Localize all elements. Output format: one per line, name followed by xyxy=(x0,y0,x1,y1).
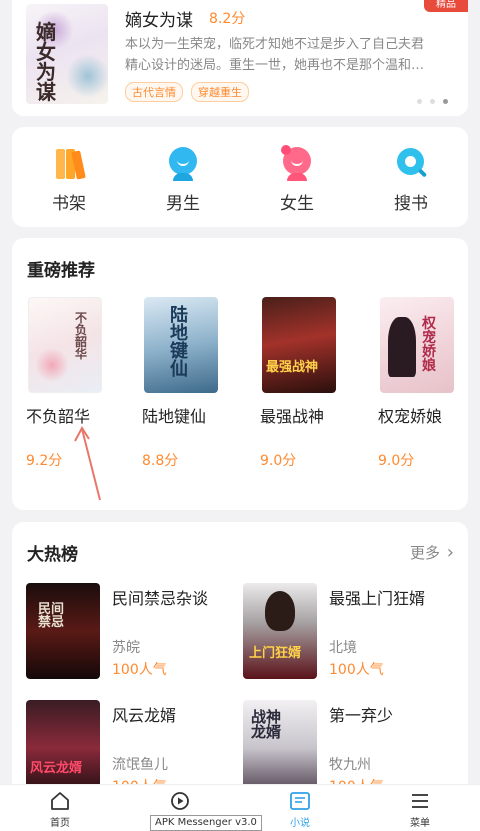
menu-icon xyxy=(409,791,431,811)
nav-label: 首页 xyxy=(50,818,70,829)
nav-home[interactable]: 首页 xyxy=(20,791,100,829)
category-female[interactable]: 女生 xyxy=(257,145,337,214)
book-title: 第一弃少 xyxy=(329,706,394,725)
search-icon xyxy=(394,147,428,181)
recommend-book[interactable]: 最强战神 最强战神 9.0分 xyxy=(260,297,360,470)
book-cover[interactable]: 上门狂婿 xyxy=(243,583,317,679)
category-label: 女生 xyxy=(280,194,314,214)
home-icon xyxy=(49,791,71,811)
recommend-book[interactable]: 陆地键仙 陆地键仙 8.8分 xyxy=(142,297,242,470)
recommend-book[interactable]: 权宠娇娘 权宠娇娘 9.0分 xyxy=(378,297,468,470)
more-label: 更多 xyxy=(410,544,441,562)
carousel-dot[interactable] xyxy=(430,99,435,104)
cover-title: 权宠娇娘 xyxy=(422,316,436,374)
premium-badge: 精品 xyxy=(424,0,468,12)
category-label: 男生 xyxy=(166,194,200,214)
featured-book-score: 8.2分 xyxy=(209,11,246,27)
book-title: 最强战神 xyxy=(260,407,325,426)
book-icon xyxy=(289,791,311,811)
category-search[interactable]: 搜书 xyxy=(371,147,451,214)
section-title: 重磅推荐 xyxy=(27,261,95,281)
book-author: 流氓鱼儿 xyxy=(112,757,168,773)
genre-tag[interactable]: 穿越重生 xyxy=(191,82,249,102)
carousel-indicator xyxy=(417,99,448,104)
book-score: 9.0分 xyxy=(378,453,415,469)
featured-cover-title: 嫡女为谋 xyxy=(36,20,56,104)
book-cover[interactable]: 民间禁忌 xyxy=(26,583,100,679)
category-label: 书架 xyxy=(52,194,86,214)
book-cover[interactable]: 最强战神 xyxy=(262,297,336,393)
cover-title: 风云龙婿 xyxy=(30,761,83,776)
cover-title: 战神龙婿 xyxy=(251,708,282,741)
cover-title: 民间禁忌 xyxy=(38,602,65,630)
featured-desc-line: 本以为一生荣宠，临死才知她不过是步入了自己夫君 xyxy=(125,37,425,52)
hotlist-section: 大热榜 更多 › 民间禁忌 民间禁忌杂谈 苏皖 100人气 上门狂婿 最强上门狂… xyxy=(12,522,468,812)
category-label: 搜书 xyxy=(394,194,428,214)
carousel-dot-active[interactable] xyxy=(443,99,448,104)
nav-novel[interactable]: 小说 xyxy=(260,791,340,829)
book-cover[interactable]: 战神龙婿 xyxy=(243,700,317,796)
book-score: 8.8分 xyxy=(142,453,179,469)
featured-book-cover[interactable]: 嫡女为谋 xyxy=(26,4,108,104)
bookshelf-icon xyxy=(52,147,86,181)
book-cover[interactable]: 陆地键仙 xyxy=(144,297,218,393)
nav-video[interactable] xyxy=(140,791,220,814)
book-author: 北境 xyxy=(329,640,357,656)
featured-book-description: 本以为一生荣宠，临死才知她不过是步入了自己夫君 精心设计的迷局。重生一世，她再也… xyxy=(125,34,461,76)
book-cover[interactable]: 风云龙婿 xyxy=(26,700,100,796)
featured-tags: 古代言情 穿越重生 xyxy=(125,82,249,102)
book-popularity: 100人气 xyxy=(112,662,167,678)
book-title: 权宠娇娘 xyxy=(378,407,443,426)
chevron-right-icon: › xyxy=(446,542,454,563)
category-bookshelf[interactable]: 书架 xyxy=(29,147,109,214)
app-tooltip: APK Messenger v3.0 xyxy=(150,815,262,831)
annotation-arrow-icon xyxy=(74,426,101,501)
male-icon xyxy=(166,147,200,181)
nav-menu[interactable]: 菜单 xyxy=(380,791,460,829)
featured-desc-line: 精心设计的迷局。重生一世，她再也不是那个温和… xyxy=(125,58,425,73)
book-title: 陆地键仙 xyxy=(142,407,207,426)
cover-title: 上门狂婿 xyxy=(249,646,302,661)
featured-book-title[interactable]: 嫡女为谋 xyxy=(125,6,193,31)
carousel-dot[interactable] xyxy=(417,99,422,104)
book-score: 9.0分 xyxy=(260,453,297,469)
book-cover[interactable]: 不负韶华 xyxy=(28,297,102,393)
book-cover[interactable]: 权宠娇娘 xyxy=(380,297,454,393)
female-icon xyxy=(280,145,314,181)
book-title: 最强上门狂婿 xyxy=(329,589,426,608)
book-author: 苏皖 xyxy=(112,640,140,656)
book-title: 民间禁忌杂谈 xyxy=(112,589,209,608)
book-author: 牧九州 xyxy=(329,757,371,773)
section-title: 大热榜 xyxy=(27,545,78,565)
cover-title: 不负韶华 xyxy=(75,311,88,361)
hotlist-item[interactable]: 民间禁忌 民间禁忌杂谈 苏皖 100人气 xyxy=(26,583,236,683)
video-icon xyxy=(169,791,191,811)
hotlist-item[interactable]: 上门狂婿 最强上门狂婿 北境 100人气 xyxy=(243,583,453,683)
nav-label: 菜单 xyxy=(410,818,430,829)
cover-title: 最强战神 xyxy=(266,360,319,375)
category-nav: 书架 男生 女生 搜书 xyxy=(12,127,468,227)
more-link[interactable]: 更多 › xyxy=(410,542,454,563)
featured-book-card[interactable]: 嫡女为谋 嫡女为谋 8.2分 精品 本以为一生荣宠，临死才知她不过是步入了自己夫… xyxy=(12,0,468,116)
cover-title: 陆地键仙 xyxy=(170,305,188,380)
book-title: 风云龙婿 xyxy=(112,706,177,725)
nav-label: 小说 xyxy=(290,818,310,829)
book-title: 不负韶华 xyxy=(26,407,91,426)
genre-tag[interactable]: 古代言情 xyxy=(125,82,183,102)
book-popularity: 100人气 xyxy=(329,662,384,678)
category-male[interactable]: 男生 xyxy=(143,147,223,214)
